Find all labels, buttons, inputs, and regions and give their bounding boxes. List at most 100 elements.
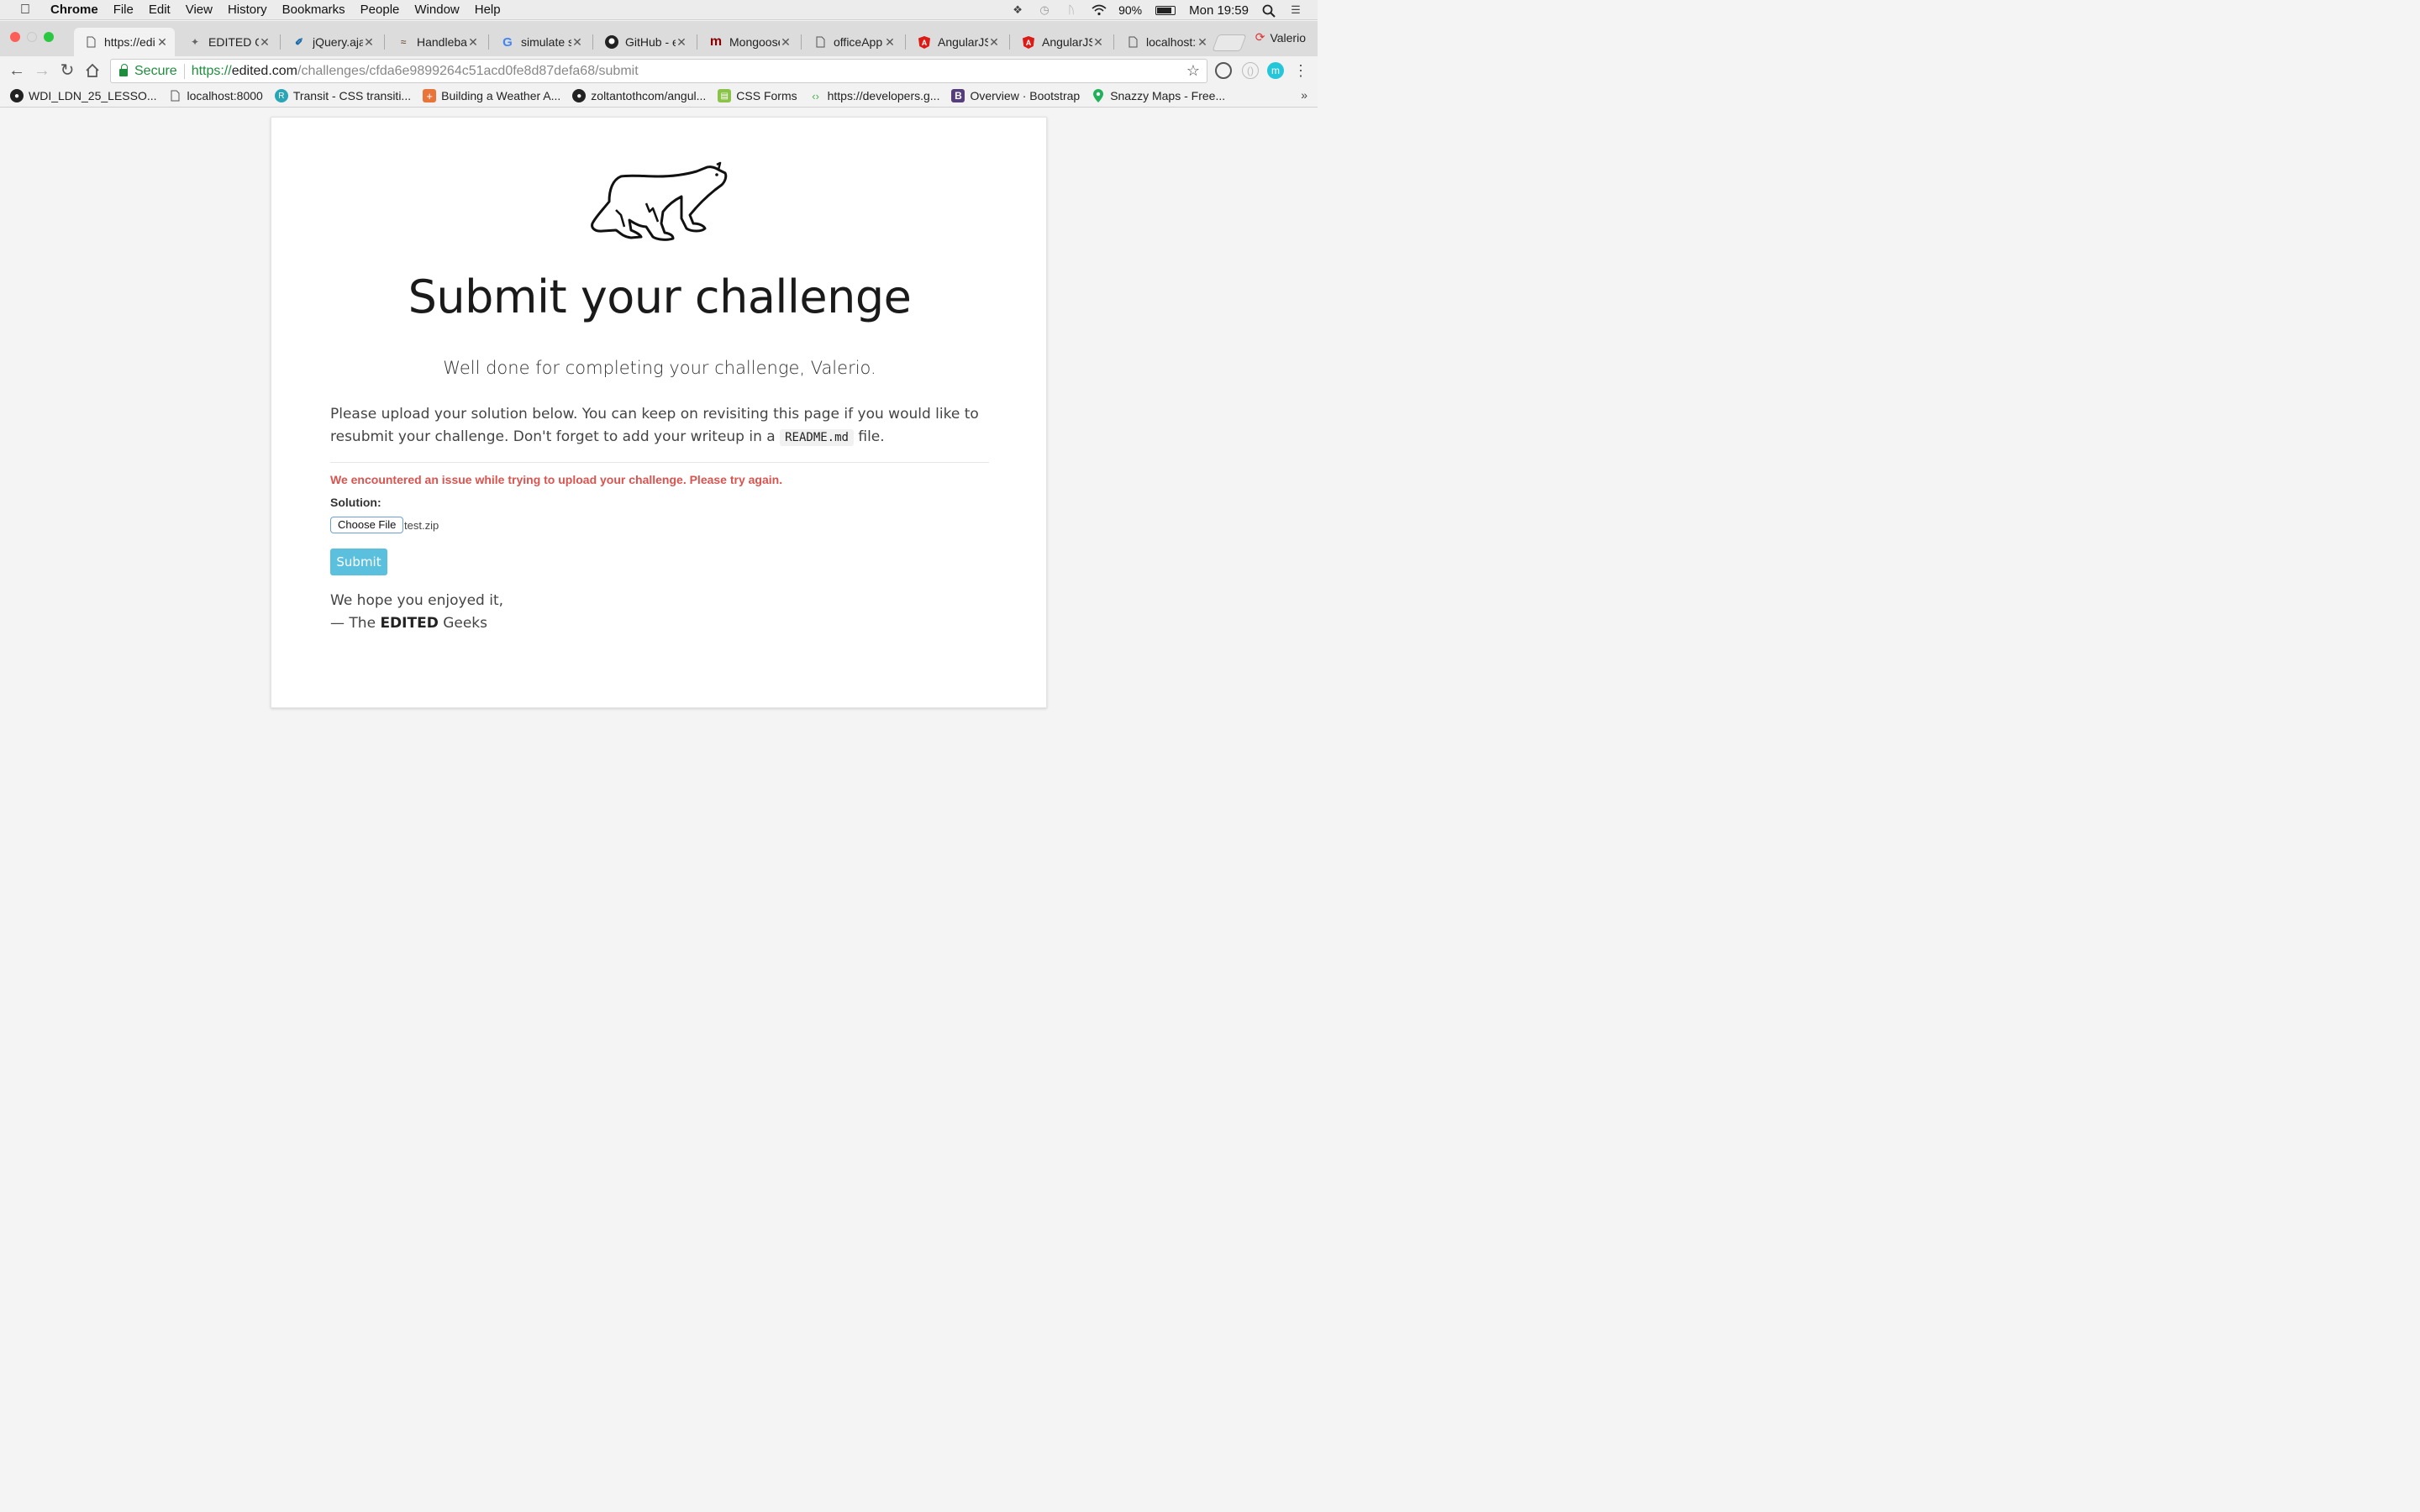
close-tab-icon[interactable]: ✕	[259, 35, 271, 50]
forms-icon: ▤	[718, 89, 732, 102]
submission-card: Submit your challenge Well done for comp…	[271, 117, 1047, 708]
choose-file-button[interactable]: Choose File	[330, 517, 404, 533]
readme-code: README.md	[780, 429, 854, 446]
google-icon: G	[502, 34, 513, 50]
bookmark-item[interactable]: localhost:8000	[169, 89, 263, 102]
bookmark-item[interactable]: ‹› https://developers.g...	[809, 89, 939, 102]
polar-bear-logo-icon	[591, 161, 728, 241]
menu-file[interactable]: File	[106, 3, 141, 17]
close-tab-icon[interactable]: ✕	[156, 35, 168, 50]
bookmark-item[interactable]: ● WDI_LDN_25_LESSO...	[10, 89, 157, 102]
battery-icon[interactable]	[1155, 5, 1176, 15]
url-scheme: https://	[191, 63, 232, 78]
page-icon	[813, 35, 827, 49]
tab-mongoose[interactable]: m Mongoose ✕	[699, 28, 798, 56]
transit-icon: R	[274, 89, 288, 102]
menu-people[interactable]: People	[353, 3, 408, 17]
github-icon	[605, 35, 618, 49]
dropbox-icon[interactable]: ❖	[1011, 4, 1024, 16]
svg-text:A: A	[1026, 39, 1032, 47]
apple-menu-icon[interactable]: 	[0, 3, 50, 18]
close-window-button[interactable]	[10, 32, 20, 42]
menu-app-name[interactable]: Chrome	[50, 3, 106, 17]
signoff-line-1: We hope you enjoyed it,	[330, 592, 504, 609]
wifi-icon[interactable]	[1092, 4, 1107, 16]
chrome-menu-icon[interactable]: ⋮	[1291, 60, 1311, 81]
tab-label: simulate s	[521, 35, 571, 49]
notification-center-icon[interactable]: ☰	[1289, 4, 1302, 16]
tab-angularjs-2[interactable]: A AngularJS ✕	[1012, 28, 1111, 56]
tab-localhost[interactable]: localhost:3 ✕	[1116, 28, 1215, 56]
battery-percent[interactable]: 90%	[1118, 3, 1142, 17]
github-icon: ●	[10, 89, 24, 102]
bootstrap-icon: B	[951, 89, 965, 102]
bookmark-item[interactable]: ● zoltantothcom/angul...	[572, 89, 706, 102]
close-tab-icon[interactable]: ✕	[363, 35, 375, 50]
submit-button[interactable]: Submit	[330, 549, 387, 575]
page-title: Submit your challenge	[408, 270, 912, 323]
tab-edited[interactable]: ✦ EDITED O ✕	[178, 28, 277, 56]
signoff: We hope you enjoyed it, — The EDITED Gee…	[330, 590, 503, 635]
time-machine-icon[interactable]: ◷	[1038, 4, 1051, 16]
map-pin-icon	[1092, 89, 1105, 102]
minimize-window-button[interactable]	[27, 32, 37, 42]
tab-label: AngularJS	[1042, 35, 1092, 49]
menu-window[interactable]: Window	[407, 3, 466, 17]
tab-active[interactable]: https://edi ✕	[74, 28, 175, 56]
bookmark-item[interactable]: Snazzy Maps - Free...	[1092, 89, 1225, 102]
home-icon[interactable]	[82, 60, 103, 81]
close-tab-icon[interactable]: ✕	[676, 35, 687, 50]
tab-label: jQuery.aja	[313, 35, 363, 49]
menu-history[interactable]: History	[220, 3, 275, 17]
address-bar[interactable]: Secure https://edited.com/challenges/cfd…	[110, 59, 1207, 83]
bookmark-item[interactable]: ▤ CSS Forms	[718, 89, 797, 102]
mustache-icon: ≈	[400, 36, 407, 48]
tab-google[interactable]: G simulate s ✕	[491, 28, 590, 56]
bookmark-item[interactable]: R Transit - CSS transiti...	[274, 89, 411, 102]
tab-handlebars[interactable]: ≈ Handlebar ✕	[387, 28, 486, 56]
tab-label: officeApp	[834, 35, 883, 49]
bluetooth-icon[interactable]: ᚢ	[1065, 4, 1078, 16]
menu-bookmarks[interactable]: Bookmarks	[275, 3, 353, 17]
close-tab-icon[interactable]: ✕	[884, 35, 896, 50]
close-tab-icon[interactable]: ✕	[988, 35, 1000, 50]
m-extension-icon[interactable]: m	[1267, 62, 1284, 79]
zoom-window-button[interactable]	[44, 32, 54, 42]
menu-help[interactable]: Help	[467, 3, 508, 17]
back-arrow-icon[interactable]: ←	[7, 60, 27, 81]
new-tab-button[interactable]	[1212, 34, 1247, 51]
profile-button[interactable]: ⟳ Valerio	[1255, 30, 1306, 45]
close-tab-icon[interactable]: ✕	[571, 35, 583, 50]
url-path: /challenges/cfda6e9899264c51acd0fe8d87de…	[297, 63, 639, 78]
tab-github[interactable]: GitHub - e ✕	[595, 28, 694, 56]
bookmark-item[interactable]: + Building a Weather A...	[423, 89, 560, 102]
close-tab-icon[interactable]: ✕	[1197, 35, 1208, 50]
tab-angularjs-1[interactable]: A AngularJS ✕	[908, 28, 1007, 56]
selected-file-name: test.zip	[404, 519, 439, 532]
close-tab-icon[interactable]: ✕	[1092, 35, 1104, 50]
clock[interactable]: Mon 19:59	[1189, 3, 1249, 18]
tab-officeapp[interactable]: officeApp ✕	[803, 28, 902, 56]
reload-icon[interactable]: ↻	[57, 60, 77, 81]
close-tab-icon[interactable]: ✕	[467, 35, 479, 50]
extension-icon[interactable]: ()	[1242, 62, 1259, 79]
solution-label: Solution:	[330, 496, 381, 509]
tab-jquery[interactable]: ✐ jQuery.aja ✕	[282, 28, 381, 56]
brand-name: EDITED	[380, 615, 439, 632]
spotlight-search-icon[interactable]	[1262, 4, 1276, 18]
angular-icon: A	[918, 35, 931, 49]
sync-extension-icon[interactable]	[1215, 62, 1232, 79]
menu-edit[interactable]: Edit	[141, 3, 178, 17]
profile-name: Valerio	[1270, 30, 1306, 45]
forward-arrow-icon[interactable]: →	[32, 60, 52, 81]
menu-view[interactable]: View	[178, 3, 220, 17]
page-icon	[169, 89, 182, 102]
bookmark-star-icon[interactable]: ☆	[1186, 62, 1200, 80]
window-controls	[10, 32, 54, 42]
mongoose-icon: m	[709, 34, 723, 49]
bookmark-item[interactable]: B Overview · Bootstrap	[951, 89, 1080, 102]
more-bookmarks-icon[interactable]: »	[1301, 88, 1307, 102]
close-tab-icon[interactable]: ✕	[780, 35, 792, 50]
angular-icon: A	[1022, 35, 1035, 49]
lead-text: Well done for completing your challenge,…	[443, 358, 876, 378]
